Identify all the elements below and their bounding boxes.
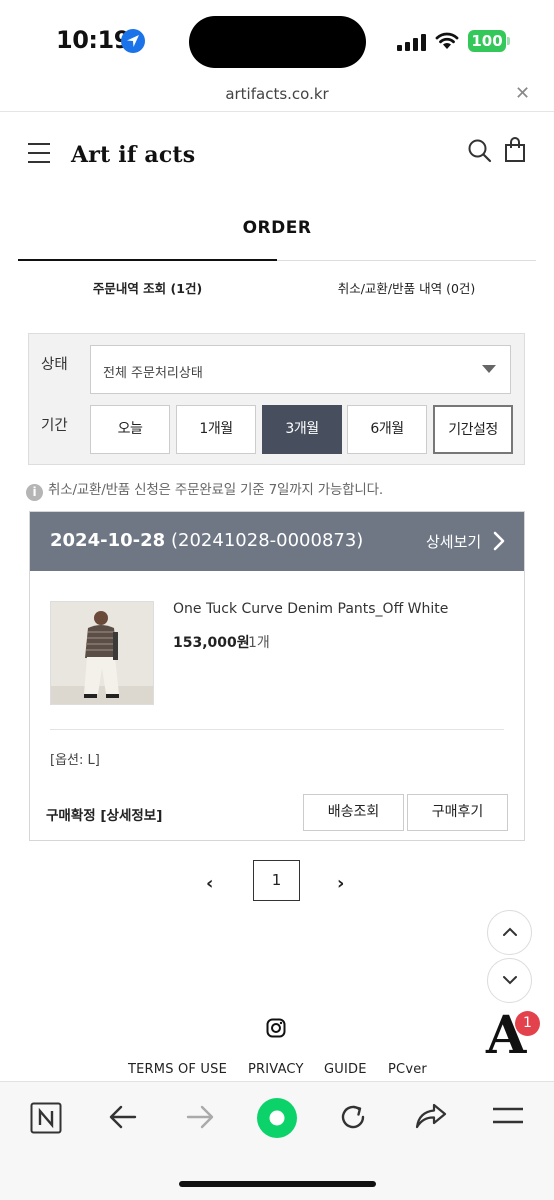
menu-icon[interactable] [28,142,50,164]
period-today-button[interactable]: 오늘 [90,405,170,454]
period-1month-button[interactable]: 1개월 [176,405,256,454]
chevron-right-icon[interactable] [493,531,505,555]
order-card: 2024-10-28 (20241028-0000873) 상세보기 One T… [29,511,525,841]
period-6month-button[interactable]: 6개월 [347,405,427,454]
product-name[interactable]: One Tuck Curve Denim Pants_Off White [173,601,448,617]
policy-notice-text: 취소/교환/반품 신청은 주문완료일 기준 7일까지 가능합니다. [48,482,383,498]
product-price: 153,000원 [173,635,250,651]
privacy-link[interactable]: PRIVACY [248,1062,304,1077]
order-status-value: 전체 주문처리상태 [103,366,203,381]
chevron-up-icon [503,927,517,936]
green-dot-home-icon[interactable] [256,1097,298,1143]
menu-lines-icon[interactable] [492,1106,524,1130]
search-icon[interactable] [467,138,493,168]
close-icon[interactable]: ✕ [515,83,530,104]
policy-notice: i 취소/교환/반품 신청은 주문완료일 기준 7일까지 가능합니다. [26,478,383,501]
url-bar[interactable]: artifacts.co.kr ✕ [0,82,554,112]
instagram-icon[interactable] [266,1018,286,1042]
shopping-bag-icon[interactable] [503,136,527,168]
forward-arrow-icon[interactable] [185,1104,215,1134]
prev-page-button[interactable]: ‹ [206,873,213,894]
order-date: 2024-10-28 [50,530,166,551]
scroll-top-button[interactable] [487,910,532,955]
write-review-button[interactable]: 구매후기 [407,794,508,831]
terms-link[interactable]: TERMS OF USE [128,1062,227,1077]
home-indicator [179,1181,376,1187]
guide-link[interactable]: GUIDE [324,1062,367,1077]
site-logo[interactable]: Art if acts [71,142,195,168]
tab-active-indicator [18,259,277,261]
chevron-down-icon [503,976,517,985]
product-quantity: 1개 [248,635,270,651]
status-filter-label: 상태 [41,357,68,373]
next-page-button[interactable]: › [337,873,344,894]
pc-version-link[interactable]: PCver [388,1062,427,1077]
battery-icon: 100 [468,30,506,52]
browser-toolbar [0,1081,554,1200]
notification-badge: 1 [515,1011,540,1036]
back-arrow-icon[interactable] [108,1104,138,1134]
share-icon[interactable] [414,1102,448,1134]
order-number: (20241028-0000873) [171,530,364,551]
tab-cancel-exchange-return[interactable]: 취소/교환/반품 내역 (0건) [277,278,536,297]
battery-tip [507,37,510,45]
status-time: 10:19 [56,26,130,54]
order-header: 2024-10-28 (20241028-0000873) 상세보기 [30,512,524,571]
location-icon [121,29,145,53]
order-status-select[interactable]: 전체 주문처리상태 [90,345,511,394]
period-custom-button[interactable]: 기간설정 [433,405,513,454]
wifi-icon [434,30,460,54]
track-shipping-button[interactable]: 배송조회 [303,794,404,831]
info-icon: i [26,484,43,501]
period-3month-button[interactable]: 3개월 [262,405,342,454]
order-status-text[interactable]: 구매확정 [상세정보] [46,804,162,824]
page-title: ORDER [242,218,312,238]
naver-n-icon[interactable] [30,1102,62,1138]
refresh-icon[interactable] [338,1102,368,1136]
dynamic-island [189,16,366,68]
order-filter-panel: 상태 전체 주문처리상태 기간 오늘 1개월 3개월 6개월 기간설정 [28,333,525,465]
period-filter-label: 기간 [41,418,68,434]
page-number-current[interactable]: 1 [253,860,300,901]
url-text[interactable]: artifacts.co.kr [0,85,554,103]
scroll-bottom-button[interactable] [487,958,532,1003]
product-image[interactable] [50,601,154,705]
product-option: [옵션: L] [50,753,100,768]
tab-order-history[interactable]: 주문내역 조회 (1건) [18,278,277,297]
signal-icon [397,33,427,51]
status-bar: 10:19 100 [0,0,554,82]
order-divider [50,729,504,730]
order-detail-link[interactable]: 상세보기 [426,531,481,552]
chevron-down-icon [482,365,496,373]
